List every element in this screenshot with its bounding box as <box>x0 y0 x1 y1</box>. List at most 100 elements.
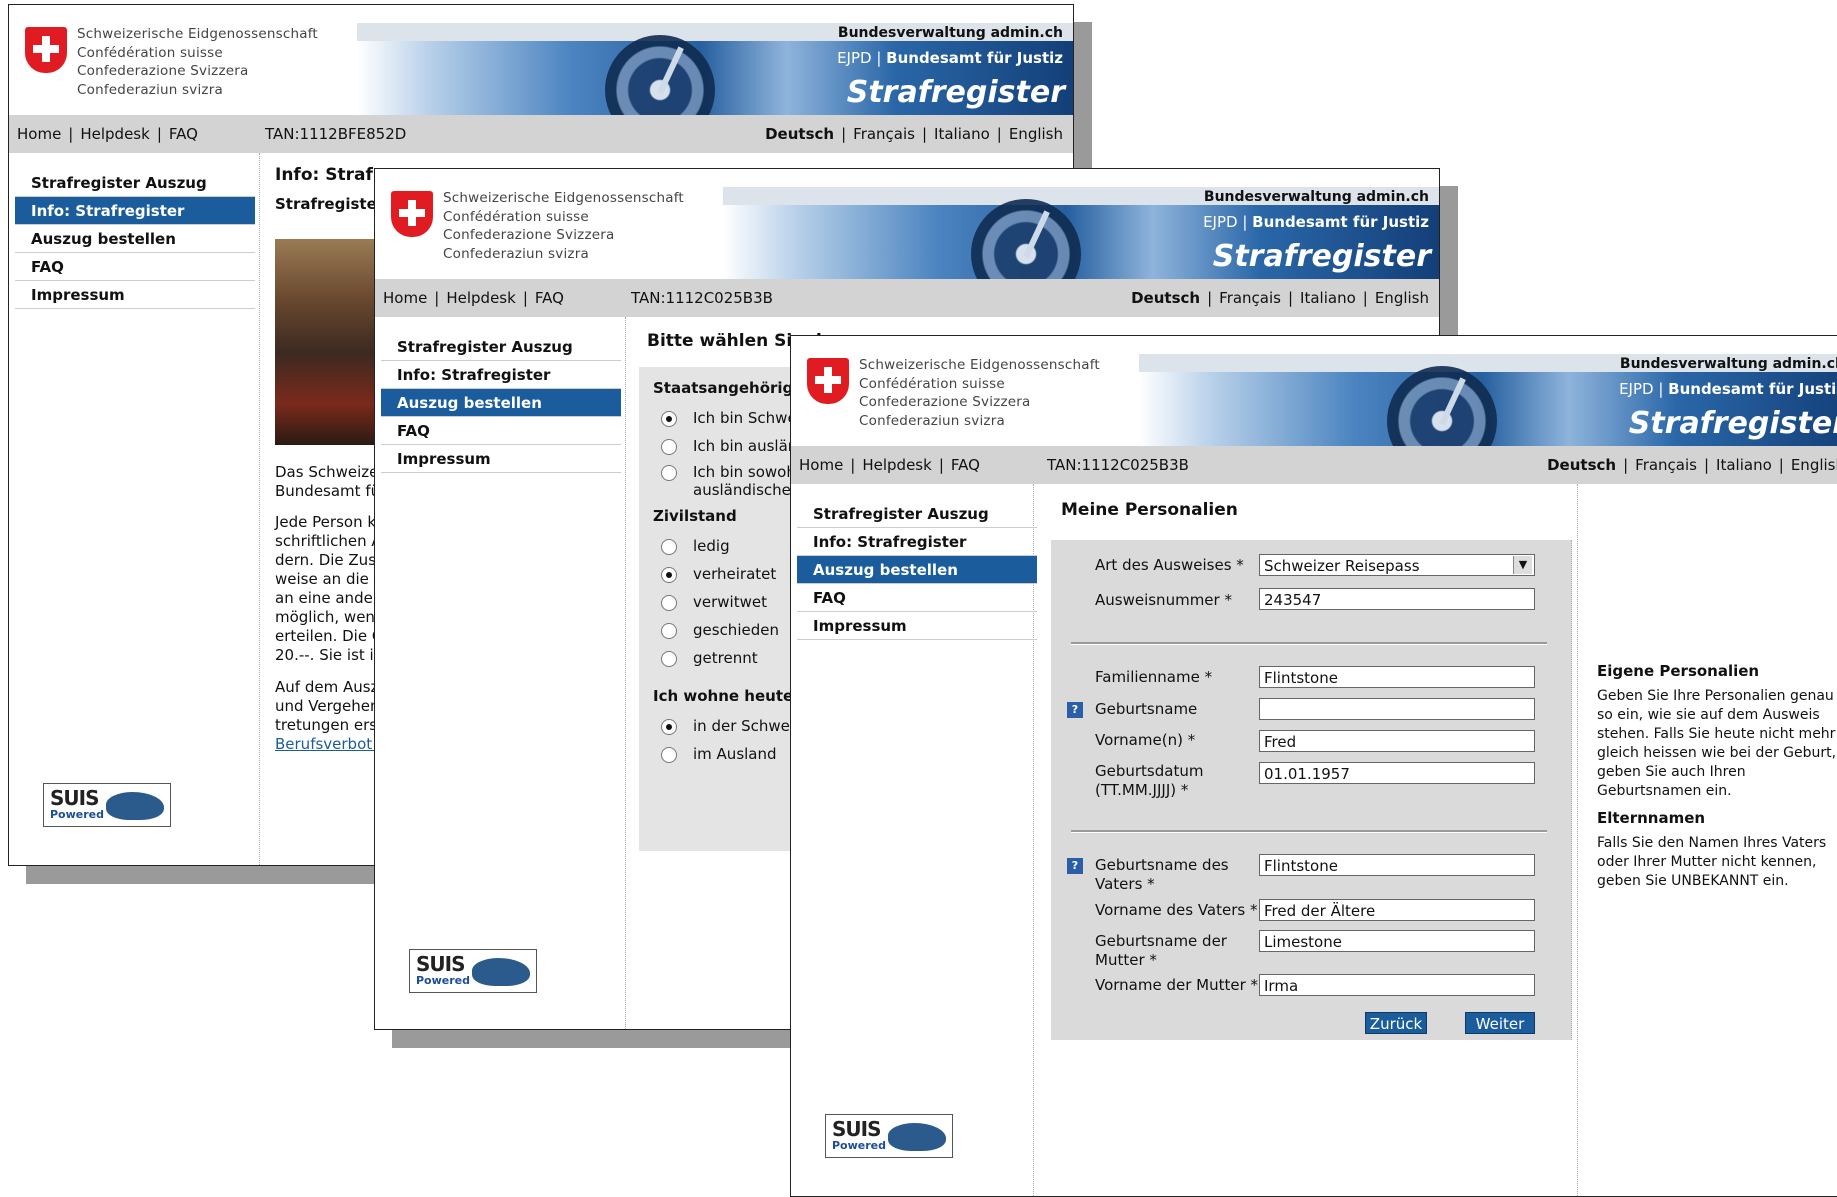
sidebar-item-info[interactable]: Info: Strafregister <box>15 197 255 225</box>
helpdesk-link[interactable]: Helpdesk <box>862 456 931 474</box>
sidebar-item-impressum[interactable]: Impressum <box>381 445 621 473</box>
father-first-name-input[interactable]: Fred der Ältere <box>1259 899 1535 921</box>
sidebar: Strafregister Auszug Info: Strafregister… <box>9 153 260 865</box>
nav-bar: Home | Helpdesk | FAQ TAN:1112C025B3B Deutsc… <box>791 446 1837 484</box>
sidebar-item-bestellen[interactable]: Auszug bestellen <box>15 225 255 253</box>
father-birth-name-input[interactable]: Flintstone <box>1259 854 1535 876</box>
pig-icon <box>106 792 164 820</box>
page-title: Meine Personalien <box>1061 500 1238 520</box>
radio-nationality-swiss[interactable]: Ich bin Schweiz <box>661 409 809 427</box>
back-button[interactable]: Zurück <box>1365 1012 1427 1034</box>
birth-name-label: Geburtsname <box>1095 700 1198 718</box>
radio-nationality-foreign[interactable]: Ich bin auslänc <box>661 437 806 455</box>
lang-english[interactable]: English <box>1375 289 1429 307</box>
lang-francais[interactable]: Français <box>853 125 915 143</box>
personal-content: Meine Personalien Art des Ausweises * Sc… <box>1041 484 1837 1196</box>
father-birth-name-label: Geburtsname des Vaters * <box>1095 856 1229 893</box>
admin-link[interactable]: Bundesverwaltung admin.ch <box>1204 189 1429 205</box>
home-link[interactable]: Home <box>383 289 427 307</box>
lang-francais[interactable]: Français <box>1635 456 1697 474</box>
sidebar-item-info[interactable]: Info: Strafregister <box>797 528 1037 556</box>
site-header: Schweizerische Eidgenossenschaft Confédér… <box>791 336 1837 476</box>
suis-powered-logo: SUIS Powered <box>409 949 537 993</box>
lang-italiano[interactable]: Italiano <box>1300 289 1356 307</box>
brand-title: Strafregister <box>846 75 1065 110</box>
helpdesk-link[interactable]: Helpdesk <box>446 289 515 307</box>
mother-birth-name-input[interactable]: Limestone <box>1259 930 1535 952</box>
home-link[interactable]: Home <box>799 456 843 474</box>
divider <box>1071 642 1547 645</box>
birth-date-input[interactable]: 01.01.1957 <box>1259 762 1535 784</box>
personal-form: Art des Ausweises * Schweizer Reisepass … <box>1051 540 1572 1040</box>
office-line: EJPD | Bundesamt für Justiz <box>1203 213 1429 231</box>
radio-nationality-both[interactable]: Ich bin sowohl ausländische(r <box>661 463 803 499</box>
lang-deutsch[interactable]: Deutsch <box>1131 289 1200 307</box>
pig-icon <box>888 1123 946 1151</box>
id-type-label: Art des Ausweises * <box>1095 556 1244 574</box>
home-link[interactable]: Home <box>17 125 61 143</box>
lang-francais[interactable]: Français <box>1219 289 1281 307</box>
radio-verwitwet[interactable]: verwitwet <box>661 593 767 611</box>
sidebar-item-auszug[interactable]: Strafregister Auszug <box>797 500 1037 528</box>
help-icon[interactable]: ? <box>1067 858 1083 874</box>
confederation-names: Schweizerische Eidgenossenschaft Confédé… <box>77 26 318 98</box>
id-number-input[interactable]: 243547 <box>1259 588 1535 610</box>
info-text-personalien: Geben Sie Ihre Personalien genau so ein,… <box>1597 688 1837 799</box>
radio-getrennt[interactable]: getrennt <box>661 649 758 667</box>
sidebar-item-impressum[interactable]: Impressum <box>797 612 1037 640</box>
sidebar-item-faq[interactable]: FAQ <box>381 417 621 445</box>
lang-deutsch[interactable]: Deutsch <box>1547 456 1616 474</box>
sidebar-item-bestellen[interactable]: Auszug bestellen <box>797 556 1037 584</box>
admin-link[interactable]: Bundesverwaltung admin.ch <box>838 25 1063 41</box>
lang-english[interactable]: English <box>1009 125 1063 143</box>
mother-first-name-input[interactable]: Irma <box>1259 974 1535 996</box>
sidebar: Strafregister Auszug Info: Strafregister… <box>375 317 626 1029</box>
header-banner: Bundesverwaltung admin.ch EJPD | Bundesa… <box>357 23 1073 145</box>
residence-heading: Ich wohne heute <box>653 687 794 705</box>
help-info: Eigene Personalien Geben Sie Ihre Person… <box>1597 662 1837 891</box>
faq-link[interactable]: FAQ <box>169 125 198 143</box>
radio-verheiratet[interactable]: verheiratet <box>661 565 776 583</box>
faq-link[interactable]: FAQ <box>951 456 980 474</box>
nav-bar: Home | Helpdesk | FAQ TAN:1112C025B3B Deutsc… <box>375 279 1439 317</box>
pig-icon <box>472 958 530 986</box>
birth-name-input[interactable] <box>1259 698 1535 720</box>
sidebar-item-faq[interactable]: FAQ <box>15 253 255 281</box>
brand-title: Strafregister <box>1212 239 1431 274</box>
first-names-input[interactable]: Fred <box>1259 730 1535 752</box>
radio-in-der-schweiz[interactable]: in der Schweiz <box>661 717 802 735</box>
swiss-cross-logo <box>25 27 67 73</box>
confederation-names: Schweizerische Eidgenossenschaft Confédér… <box>859 357 1100 429</box>
brand-title: Strafregister <box>1628 406 1837 441</box>
sidebar-item-faq[interactable]: FAQ <box>797 584 1037 612</box>
lang-english[interactable]: English <box>1791 456 1837 474</box>
help-icon[interactable]: ? <box>1067 702 1083 718</box>
office-line: EJPD | Bundesamt für Justiz <box>1619 380 1837 398</box>
tan-code: TAN:1112C025B3B <box>1047 456 1189 474</box>
civil-status-heading: Zivilstand <box>653 507 737 525</box>
radio-ledig[interactable]: ledig <box>661 537 730 555</box>
sidebar-item-bestellen[interactable]: Auszug bestellen <box>381 389 621 417</box>
tan-code: TAN:1112BFE852D <box>265 125 407 143</box>
radio-im-ausland[interactable]: im Ausland <box>661 745 777 763</box>
faq-link[interactable]: FAQ <box>535 289 564 307</box>
sidebar-item-auszug[interactable]: Strafregister Auszug <box>381 333 621 361</box>
sidebar: Strafregister Auszug Info: Strafregister… <box>791 484 1037 1196</box>
lang-italiano[interactable]: Italiano <box>934 125 990 143</box>
lang-deutsch[interactable]: Deutsch <box>765 125 834 143</box>
mother-birth-name-label: Geburtsname der Mutter * <box>1095 932 1227 969</box>
family-name-input[interactable]: Flintstone <box>1259 666 1535 688</box>
next-button[interactable]: Weiter <box>1465 1012 1535 1034</box>
header-banner: Bundesverwaltung admin.ch EJPD | Bundesa… <box>723 187 1439 309</box>
birth-date-label: Geburtsdatum (TT.MM.JJJJ) * <box>1095 762 1204 799</box>
info-title-personalien: Eigene Personalien <box>1597 662 1760 680</box>
sidebar-item-info[interactable]: Info: Strafregister <box>381 361 621 389</box>
helpdesk-link[interactable]: Helpdesk <box>80 125 149 143</box>
lang-italiano[interactable]: Italiano <box>1716 456 1772 474</box>
tan-code: TAN:1112C025B3B <box>631 289 773 307</box>
sidebar-item-auszug[interactable]: Strafregister Auszug <box>15 169 255 197</box>
id-type-select[interactable]: Schweizer Reisepass <box>1259 554 1535 576</box>
sidebar-item-impressum[interactable]: Impressum <box>15 281 255 309</box>
radio-geschieden[interactable]: geschieden <box>661 621 779 639</box>
admin-link[interactable]: Bundesverwaltung admin.ch <box>1620 356 1837 372</box>
